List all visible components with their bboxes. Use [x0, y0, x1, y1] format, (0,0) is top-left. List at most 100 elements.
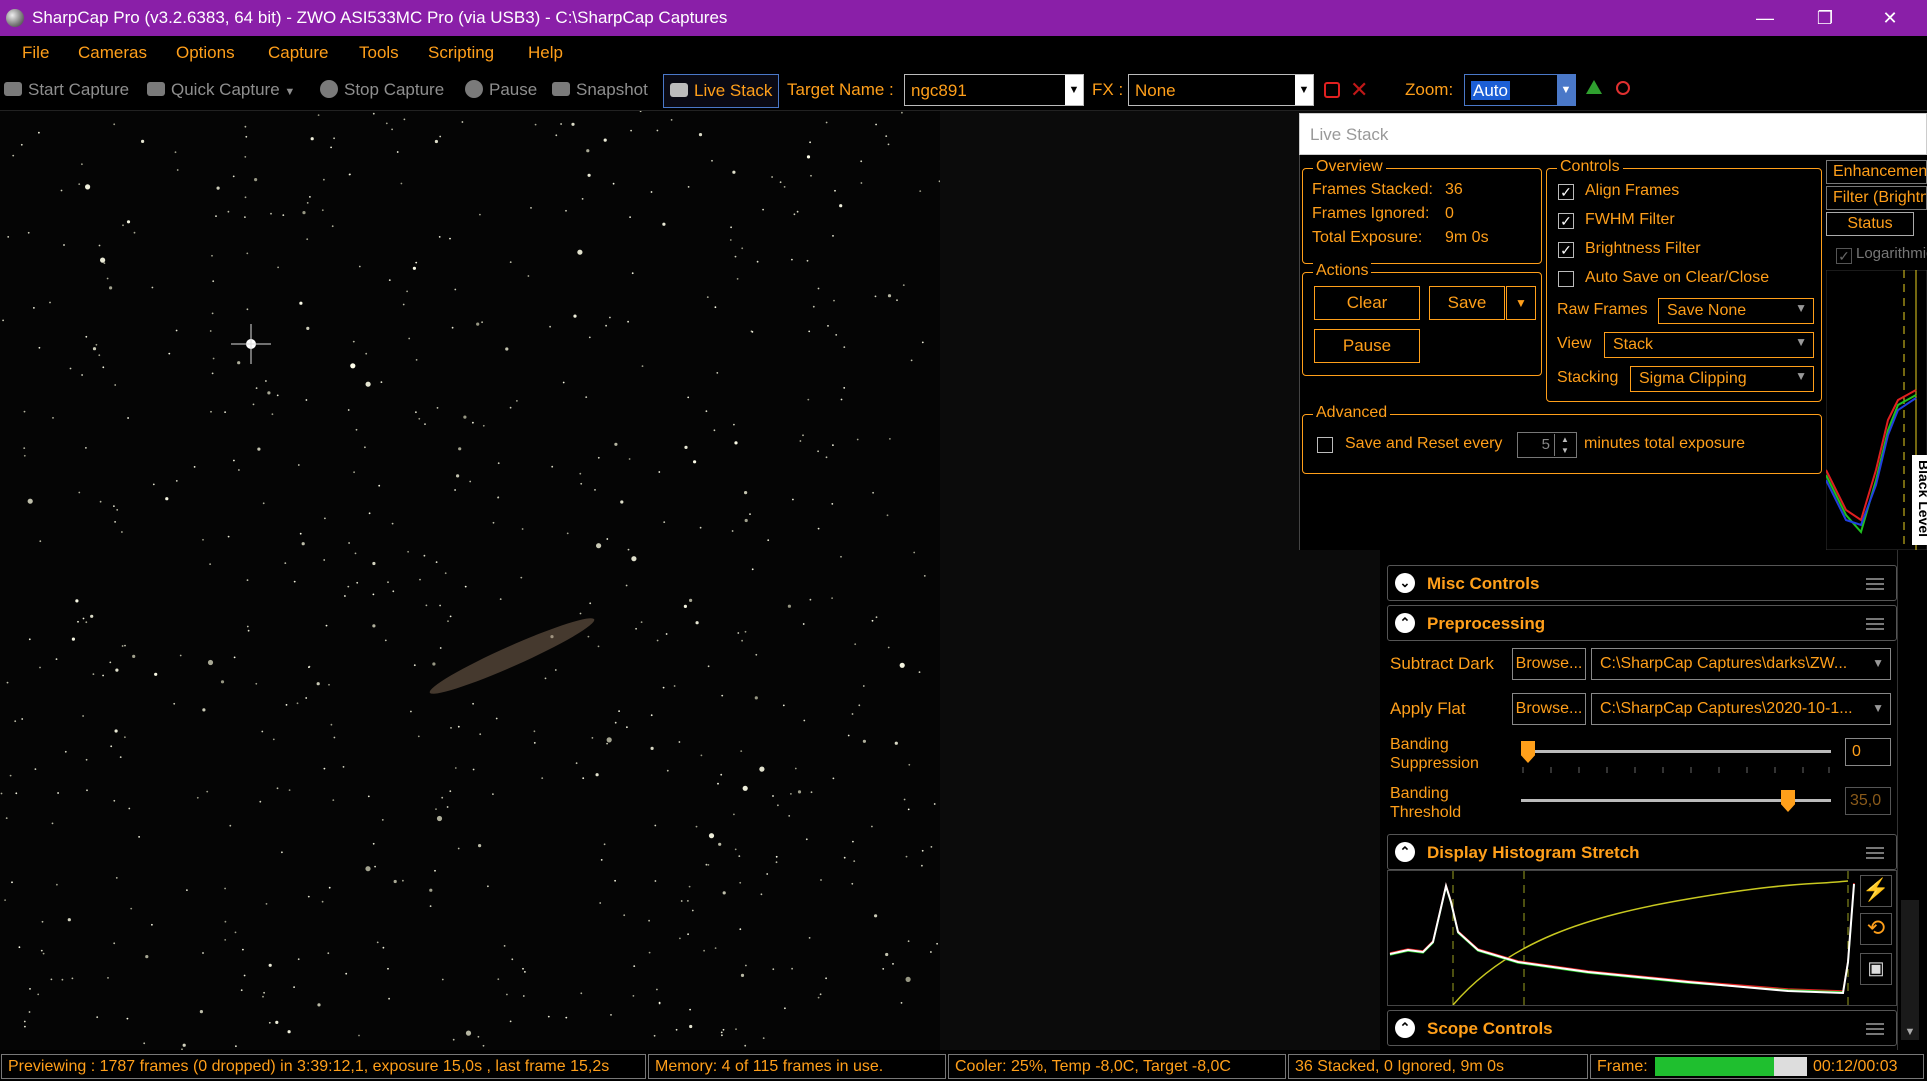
drag-handle-icon[interactable]: [1866, 618, 1884, 630]
menu-cameras[interactable]: Cameras: [78, 43, 147, 63]
histogram-stretch-chart[interactable]: [1388, 871, 1856, 1005]
banding-suppression-value[interactable]: 0: [1845, 738, 1891, 766]
star: [441, 796, 444, 799]
star: [103, 262, 106, 264]
subtract-dark-path-dropdown[interactable]: C:\SharpCap Captures\darks\ZW... ▼: [1591, 648, 1891, 680]
star: [691, 909, 694, 912]
star: [760, 893, 763, 896]
star: [721, 1034, 723, 1037]
apply-flat-browse-button[interactable]: Browse...: [1512, 693, 1586, 725]
stop-capture-button[interactable]: Stop Capture: [320, 80, 444, 100]
star: [831, 503, 834, 505]
star: [61, 978, 64, 981]
snapshot-button[interactable]: Snapshot: [552, 80, 648, 100]
star: [663, 521, 666, 523]
chevron-up-icon[interactable]: ⌃: [1395, 1018, 1415, 1038]
banding-suppression-label-1: Banding: [1390, 736, 1449, 753]
drag-handle-icon[interactable]: [1866, 578, 1884, 590]
menu-file[interactable]: File: [22, 43, 49, 63]
raw-frames-dropdown[interactable]: Save None ▼: [1658, 298, 1814, 324]
minimize-button[interactable]: —: [1735, 2, 1795, 34]
scrollbar-thumb[interactable]: [1901, 900, 1919, 1040]
star: [714, 306, 717, 309]
save-button[interactable]: Save: [1429, 286, 1505, 320]
drag-handle-icon[interactable]: [1866, 1023, 1884, 1035]
star: [365, 866, 371, 872]
stacking-dropdown[interactable]: Sigma Clipping ▼: [1630, 366, 1814, 392]
banding-threshold-slider[interactable]: [1521, 790, 1831, 812]
misc-controls-header[interactable]: ⌄ Misc Controls: [1387, 565, 1897, 601]
align-frames-checkbox[interactable]: ✓: [1558, 184, 1574, 200]
chevron-up-icon[interactable]: ⌃: [1395, 842, 1415, 862]
menu-scripting[interactable]: Scripting: [428, 43, 494, 63]
fwhm-filter-checkbox[interactable]: ✓: [1558, 213, 1574, 229]
histogram-stretch-header[interactable]: ⌃ Display Histogram Stretch: [1387, 834, 1897, 870]
star: [741, 639, 743, 642]
histogram-icon[interactable]: [1586, 80, 1602, 94]
pause-stack-button[interactable]: Pause: [1314, 329, 1420, 363]
star: [216, 186, 220, 190]
star: [5, 817, 8, 819]
slider-thumb[interactable]: [1781, 790, 1795, 812]
auto-save-checkbox[interactable]: [1558, 271, 1574, 287]
camera-preview-image[interactable]: [0, 111, 940, 1050]
banding-suppression-slider[interactable]: [1521, 741, 1831, 763]
star: [145, 955, 149, 959]
star: [706, 296, 709, 298]
fx-combo[interactable]: None ▼: [1128, 74, 1314, 106]
scope-controls-header[interactable]: ⌃ Scope Controls: [1387, 1010, 1897, 1046]
menu-help[interactable]: Help: [528, 43, 563, 63]
maximize-button[interactable]: ❐: [1795, 2, 1855, 34]
banding-threshold-value[interactable]: 35,0: [1845, 787, 1891, 815]
star: [509, 406, 512, 409]
live-stack-button[interactable]: Live Stack: [663, 74, 780, 108]
menu-options[interactable]: Options: [176, 43, 235, 63]
preprocessing-header[interactable]: ⌃ Preprocessing: [1387, 605, 1897, 641]
brightness-filter-checkbox[interactable]: ✓: [1558, 242, 1574, 258]
chevron-down-icon[interactable]: ⌄: [1395, 573, 1415, 593]
spinner-arrows-icon[interactable]: ▲ ▼: [1554, 434, 1575, 456]
zoom-target-icon[interactable]: [1616, 81, 1630, 95]
clear-button[interactable]: Clear: [1314, 286, 1420, 320]
slider-thumb[interactable]: [1521, 741, 1535, 763]
apply-flat-path-dropdown[interactable]: C:\SharpCap Captures\2020-10-1... ▼: [1591, 693, 1891, 725]
close-button[interactable]: ✕: [1860, 2, 1920, 34]
menu-tools[interactable]: Tools: [359, 43, 399, 63]
pause-button[interactable]: Pause: [465, 80, 537, 100]
chevron-down-icon[interactable]: ▼: [1557, 75, 1575, 105]
menu-capture[interactable]: Capture: [268, 43, 328, 63]
logarithmic-checkbox[interactable]: ✓: [1836, 248, 1852, 264]
tab-filter-brightness[interactable]: Filter (Brightness): [1826, 186, 1927, 210]
star: [98, 354, 101, 357]
reset-icon[interactable]: ⟲: [1860, 913, 1892, 945]
view-dropdown[interactable]: Stack ▼: [1604, 332, 1814, 358]
save-reset-checkbox[interactable]: [1317, 437, 1333, 453]
lightning-icon[interactable]: ⚡: [1860, 875, 1892, 907]
target-name-combo[interactable]: ngc891 ▼: [904, 74, 1084, 106]
save-options-dropdown[interactable]: ▼: [1506, 286, 1536, 320]
chevron-down-icon[interactable]: ▼: [1065, 75, 1083, 105]
star: [834, 189, 836, 192]
subtract-dark-browse-button[interactable]: Browse...: [1512, 648, 1586, 680]
save-icon[interactable]: ▣: [1860, 953, 1892, 985]
chevron-up-icon[interactable]: ⌃: [1395, 613, 1415, 633]
star: [387, 967, 389, 970]
quick-capture-button[interactable]: Quick Capture ▼: [147, 80, 295, 100]
chevron-down-icon[interactable]: ▼: [1295, 75, 1313, 105]
tab-status[interactable]: Status: [1826, 212, 1914, 236]
record-icon[interactable]: [1324, 82, 1340, 98]
live-stack-header[interactable]: Live Stack: [1299, 113, 1927, 155]
start-capture-button[interactable]: Start Capture: [4, 80, 129, 100]
star: [40, 949, 43, 952]
cancel-icon[interactable]: ✕: [1350, 77, 1368, 103]
star: [739, 881, 742, 884]
star: [749, 513, 751, 515]
scroll-down-icon[interactable]: ▼: [1901, 1026, 1919, 1046]
minutes-spinner[interactable]: 5 ▲ ▼: [1517, 432, 1577, 458]
controls-scrollbar[interactable]: ▼: [1897, 550, 1922, 1050]
star: [347, 585, 350, 588]
drag-handle-icon[interactable]: [1866, 847, 1884, 859]
live-stack-side-tabs: Enhancement Filter (Brightness) Status ✓…: [1826, 160, 1927, 550]
tab-enhancement[interactable]: Enhancement: [1826, 160, 1927, 184]
zoom-combo[interactable]: Auto ▼: [1464, 74, 1576, 106]
